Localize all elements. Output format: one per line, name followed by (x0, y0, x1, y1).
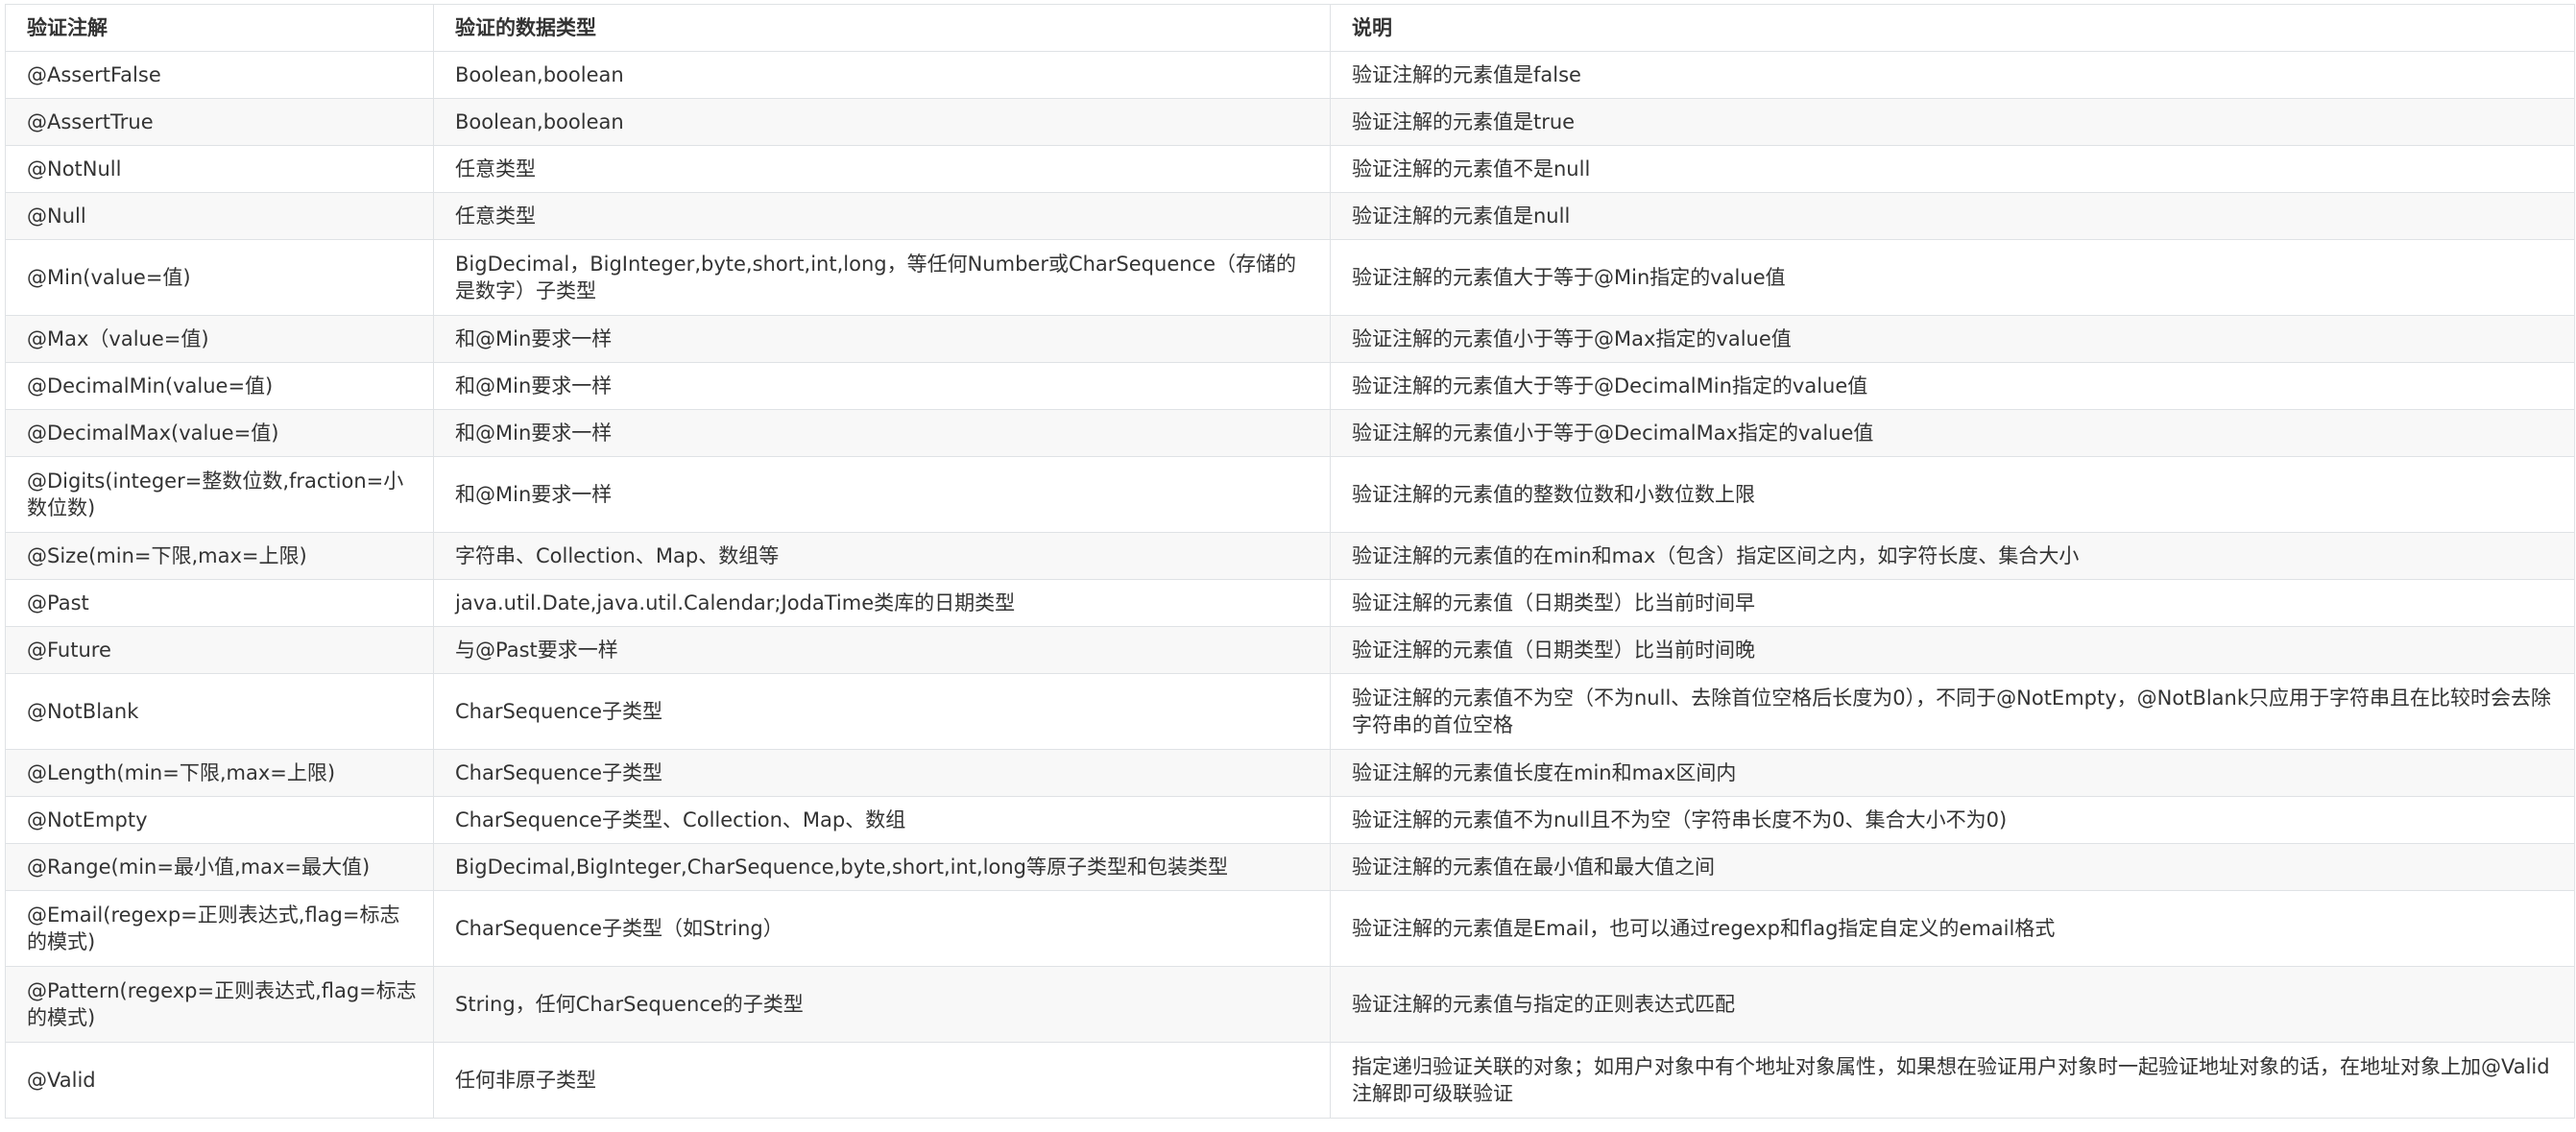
description-cell: 指定递归验证关联的对象；如用户对象中有个地址对象属性，如果想在验证用户对象时一起… (1330, 1042, 2575, 1119)
annotation-cell: @AssertFalse (5, 51, 434, 99)
data-type-cell: BigDecimal，BigInteger,byte,short,int,lon… (433, 239, 1331, 316)
annotation-cell: @Length(min=下限,max=上限) (5, 749, 434, 797)
description-cell: 验证注解的元素值与指定的正则表达式匹配 (1330, 966, 2575, 1043)
description-cell: 验证注解的元素值在最小值和最大值之间 (1330, 843, 2575, 891)
annotation-cell: @NotBlank (5, 673, 434, 750)
annotation-cell: @Min(value=值) (5, 239, 434, 316)
annotation-cell: @Range(min=最小值,max=最大值) (5, 843, 434, 891)
description-cell: 验证注解的元素值大于等于@Min指定的value值 (1330, 239, 2575, 316)
table-row: @Pattern(regexp=正则表达式,flag=标志的模式) String… (5, 966, 2575, 1043)
description-cell: 验证注解的元素值大于等于@DecimalMin指定的value值 (1330, 362, 2575, 410)
annotation-cell: @AssertTrue (5, 98, 434, 146)
header-row: 验证注解 验证的数据类型 说明 (5, 4, 2575, 52)
data-type-cell: 任意类型 (433, 145, 1331, 193)
data-type-cell: 和@Min要求一样 (433, 362, 1331, 410)
annotation-cell: @Future (5, 626, 434, 674)
description-cell: 验证注解的元素值是false (1330, 51, 2575, 99)
data-type-cell: CharSequence子类型 (433, 673, 1331, 750)
table-row: @Size(min=下限,max=上限) 字符串、Collection、Map、… (5, 532, 2575, 580)
description-cell: 验证注解的元素值小于等于@DecimalMax指定的value值 (1330, 409, 2575, 457)
annotation-cell: @DecimalMax(value=值) (5, 409, 434, 457)
table-row: @Digits(integer=整数位数,fraction=小数位数) 和@Mi… (5, 456, 2575, 533)
table-row: @AssertTrue Boolean,boolean 验证注解的元素值是tru… (5, 98, 2575, 146)
data-type-cell: 与@Past要求一样 (433, 626, 1331, 674)
data-type-cell: 任意类型 (433, 192, 1331, 240)
annotation-cell: @Max（value=值) (5, 315, 434, 363)
table-row: @AssertFalse Boolean,boolean 验证注解的元素值是fa… (5, 51, 2575, 99)
table-row: @NotEmpty CharSequence子类型、Collection、Map… (5, 796, 2575, 844)
data-type-cell: 和@Min要求一样 (433, 456, 1331, 533)
description-cell: 验证注解的元素值长度在min和max区间内 (1330, 749, 2575, 797)
table-row: @NotNull 任意类型 验证注解的元素值不是null (5, 145, 2575, 193)
data-type-cell: Boolean,boolean (433, 51, 1331, 99)
annotation-cell: @Digits(integer=整数位数,fraction=小数位数) (5, 456, 434, 533)
annotation-cell: @Valid (5, 1042, 434, 1119)
description-cell: 验证注解的元素值是null (1330, 192, 2575, 240)
annotation-cell: @Past (5, 579, 434, 627)
data-type-cell: 字符串、Collection、Map、数组等 (433, 532, 1331, 580)
validation-annotations-table-wrapper: 验证注解 验证的数据类型 说明 @AssertFalse Boolean,boo… (5, 4, 2575, 1119)
header-description: 说明 (1330, 4, 2575, 52)
table-row: @Null 任意类型 验证注解的元素值是null (5, 192, 2575, 240)
table-row: @Past java.util.Date,java.util.Calendar;… (5, 579, 2575, 627)
data-type-cell: 任何非原子类型 (433, 1042, 1331, 1119)
description-cell: 验证注解的元素值不为null且不为空（字符串长度不为0、集合大小不为0) (1330, 796, 2575, 844)
table-row: @Max（value=值) 和@Min要求一样 验证注解的元素值小于等于@Max… (5, 315, 2575, 363)
description-cell: 验证注解的元素值的整数位数和小数位数上限 (1330, 456, 2575, 533)
table-row: @Valid 任何非原子类型 指定递归验证关联的对象；如用户对象中有个地址对象属… (5, 1042, 2575, 1119)
description-cell: 验证注解的元素值的在min和max（包含）指定区间之内，如字符长度、集合大小 (1330, 532, 2575, 580)
table-body: @AssertFalse Boolean,boolean 验证注解的元素值是fa… (5, 51, 2575, 1119)
description-cell: 验证注解的元素值是true (1330, 98, 2575, 146)
data-type-cell: CharSequence子类型 (433, 749, 1331, 797)
annotation-cell: @NotNull (5, 145, 434, 193)
description-cell: 验证注解的元素值（日期类型）比当前时间晚 (1330, 626, 2575, 674)
table-row: @Length(min=下限,max=上限) CharSequence子类型 验… (5, 749, 2575, 797)
table-row: @Future 与@Past要求一样 验证注解的元素值（日期类型）比当前时间晚 (5, 626, 2575, 674)
table-row: @DecimalMin(value=值) 和@Min要求一样 验证注解的元素值大… (5, 362, 2575, 410)
data-type-cell: 和@Min要求一样 (433, 315, 1331, 363)
validation-annotations-table: 验证注解 验证的数据类型 说明 @AssertFalse Boolean,boo… (5, 4, 2575, 1119)
data-type-cell: CharSequence子类型（如String） (433, 890, 1331, 967)
description-cell: 验证注解的元素值不为空（不为null、去除首位空格后长度为0），不同于@NotE… (1330, 673, 2575, 750)
data-type-cell: BigDecimal,BigInteger,CharSequence,byte,… (433, 843, 1331, 891)
annotation-cell: @Null (5, 192, 434, 240)
table-row: @Email(regexp=正则表达式,flag=标志的模式) CharSequ… (5, 890, 2575, 967)
table-row: @NotBlank CharSequence子类型 验证注解的元素值不为空（不为… (5, 673, 2575, 750)
description-cell: 验证注解的元素值小于等于@Max指定的value值 (1330, 315, 2575, 363)
table-row: @Range(min=最小值,max=最大值) BigDecimal,BigIn… (5, 843, 2575, 891)
header-annotation: 验证注解 (5, 4, 434, 52)
annotation-cell: @Size(min=下限,max=上限) (5, 532, 434, 580)
table-header: 验证注解 验证的数据类型 说明 (5, 4, 2575, 52)
annotation-cell: @NotEmpty (5, 796, 434, 844)
data-type-cell: Boolean,boolean (433, 98, 1331, 146)
data-type-cell: java.util.Date,java.util.Calendar;JodaTi… (433, 579, 1331, 627)
data-type-cell: 和@Min要求一样 (433, 409, 1331, 457)
data-type-cell: String，任何CharSequence的子类型 (433, 966, 1331, 1043)
description-cell: 验证注解的元素值是Email，也可以通过regexp和flag指定自定义的ema… (1330, 890, 2575, 967)
annotation-cell: @DecimalMin(value=值) (5, 362, 434, 410)
table-row: @Min(value=值) BigDecimal，BigInteger,byte… (5, 239, 2575, 316)
header-data-type: 验证的数据类型 (433, 4, 1331, 52)
annotation-cell: @Email(regexp=正则表达式,flag=标志的模式) (5, 890, 434, 967)
description-cell: 验证注解的元素值不是null (1330, 145, 2575, 193)
description-cell: 验证注解的元素值（日期类型）比当前时间早 (1330, 579, 2575, 627)
annotation-cell: @Pattern(regexp=正则表达式,flag=标志的模式) (5, 966, 434, 1043)
data-type-cell: CharSequence子类型、Collection、Map、数组 (433, 796, 1331, 844)
table-row: @DecimalMax(value=值) 和@Min要求一样 验证注解的元素值小… (5, 409, 2575, 457)
